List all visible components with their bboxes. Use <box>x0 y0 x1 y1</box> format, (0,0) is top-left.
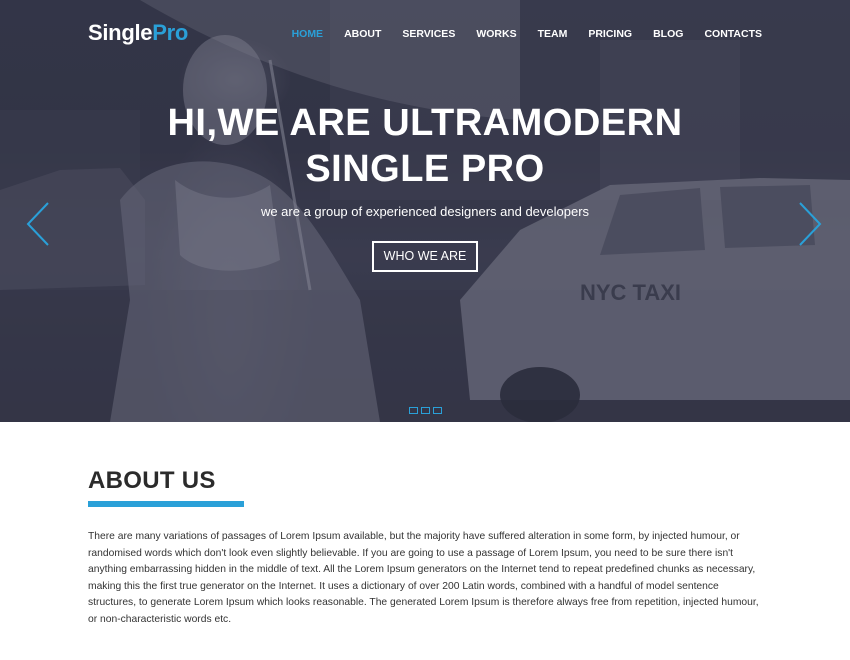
nav-item-contacts[interactable]: CONTACTS <box>704 28 762 40</box>
slide-indicator-3[interactable] <box>433 407 442 414</box>
nav-item-works[interactable]: WORKS <box>476 28 516 40</box>
about-title: ABOUT US <box>88 467 216 494</box>
slider-prev-button[interactable] <box>24 200 54 248</box>
slide-indicator-2[interactable] <box>421 407 430 414</box>
hero-title-line-1: HI,WE ARE ULTRAMODERN <box>167 102 683 144</box>
main-menu: HOME ABOUT SERVICES WORKS TEAM PRICING B… <box>271 28 762 40</box>
nav-item-home[interactable]: HOME <box>292 28 324 40</box>
about-paragraph: There are many variations of passages of… <box>88 531 759 625</box>
slider-indicators <box>409 407 442 414</box>
about-title-underline <box>88 501 244 507</box>
hero-subtitle: we are a group of experienced designers … <box>260 204 590 219</box>
chevron-right-icon <box>799 202 822 246</box>
nav-item-pricing[interactable]: PRICING <box>588 28 632 40</box>
nav-item-services[interactable]: SERVICES <box>402 28 455 40</box>
nav-item-blog[interactable]: BLOG <box>653 28 683 40</box>
logo-text-single: Single <box>88 20 153 45</box>
nav-item-about[interactable]: ABOUT <box>344 28 381 40</box>
hero-slider: NYC TAXI SinglePro HOME ABOUT SERVICES W… <box>0 0 850 422</box>
hero-title-line-2: SINGLE PRO <box>305 148 545 190</box>
who-we-are-button[interactable]: WHO WE ARE <box>371 241 479 272</box>
top-navbar: SinglePro HOME ABOUT SERVICES WORKS TEAM… <box>0 0 850 70</box>
nav-item-team[interactable]: TEAM <box>538 28 568 40</box>
logo-text-pro: Pro <box>152 20 188 45</box>
hero-title: HI,WE ARE ULTRAMODERN SINGLE PRO <box>125 100 725 192</box>
hero-content: HI,WE ARE ULTRAMODERN SINGLE PRO we are … <box>0 100 850 272</box>
slider-next-button[interactable] <box>794 200 824 248</box>
chevron-left-icon <box>26 202 49 246</box>
slide-indicator-1[interactable] <box>409 407 418 414</box>
about-section: ABOUT US There are many variations of pa… <box>88 462 768 639</box>
site-logo[interactable]: SinglePro <box>88 20 188 46</box>
